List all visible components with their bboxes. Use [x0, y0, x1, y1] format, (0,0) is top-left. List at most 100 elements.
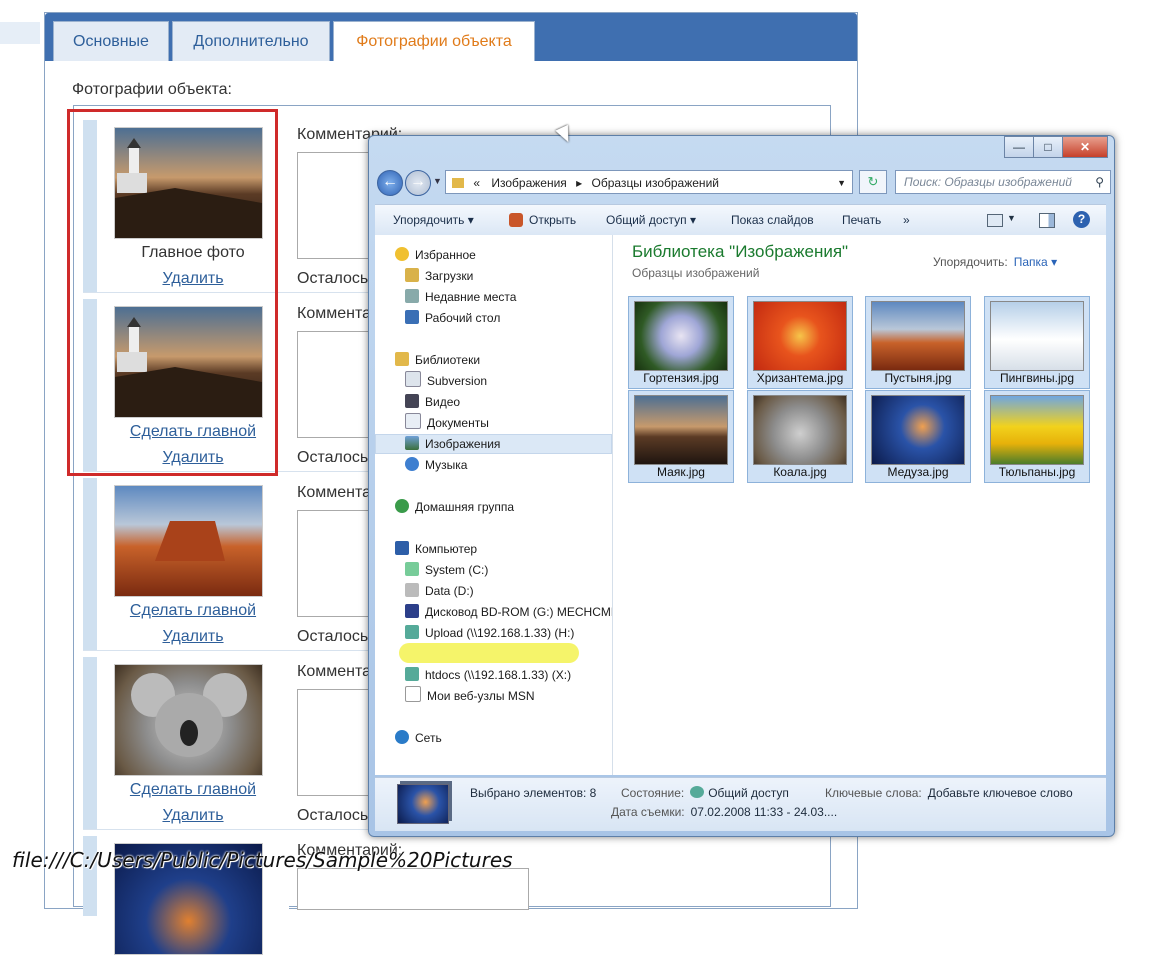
nav-label: Избранное	[415, 248, 476, 262]
file-name: Коала.jpg	[773, 465, 827, 479]
back-button[interactable]: ←	[377, 170, 403, 196]
history-dropdown-icon[interactable]: ▼	[433, 176, 442, 186]
file-name: Гортензия.jpg	[643, 371, 719, 385]
nav-label: Библиотеки	[415, 353, 481, 367]
view-dropdown-icon[interactable]: ▼	[1007, 213, 1016, 223]
nav-drive-x[interactable]: htdocs (\\192.168.1.33) (X:)	[405, 665, 571, 685]
nav-drive-d[interactable]: Data (D:)	[405, 581, 474, 601]
open-button[interactable]: Открыть	[529, 205, 576, 235]
nav-homegroup[interactable]: Домашняя группа	[395, 497, 514, 517]
nav-label: System (C:)	[425, 563, 489, 577]
more-commands-button[interactable]: »	[903, 205, 910, 235]
nav-downloads[interactable]: Загрузки	[405, 266, 473, 286]
koala-icon	[131, 673, 247, 757]
library-subtitle: Образцы изображений	[632, 266, 760, 280]
organize-button[interactable]: Упорядочить ▾	[393, 205, 474, 235]
nav-label: Дисковод BD-ROM (G:) MECHCMD	[425, 605, 613, 619]
users-icon	[690, 786, 705, 798]
file-tile[interactable]: Хризантема.jpg	[747, 296, 853, 389]
nav-label: Музыка	[425, 458, 468, 472]
row-handle[interactable]	[83, 478, 97, 650]
breadcrumb-images[interactable]: Изображения	[491, 176, 566, 190]
maximize-button[interactable]: □	[1033, 136, 1063, 158]
close-button[interactable]: ✕	[1062, 136, 1108, 158]
help-icon[interactable]: ?	[1073, 211, 1090, 228]
nav-libraries[interactable]: Библиотеки	[395, 350, 480, 370]
comment-textarea[interactable]	[297, 868, 529, 910]
nav-computer[interactable]: Компьютер	[395, 539, 477, 559]
documents-icon	[405, 413, 421, 429]
arrange-label: Упорядочить:	[933, 255, 1008, 269]
homegroup-icon	[395, 499, 409, 513]
nav-label: Data (D:)	[425, 584, 474, 598]
preview-pane-icon[interactable]	[1039, 213, 1055, 228]
breadcrumb-sample-images[interactable]: Образцы изображений	[592, 176, 719, 190]
nav-drive-g[interactable]: Дисковод BD-ROM (G:) MECHCMD	[405, 602, 613, 622]
video-icon	[405, 394, 419, 408]
nav-documents[interactable]: Документы	[405, 413, 489, 433]
nav-msn-sites[interactable]: Мои веб-узлы MSN	[405, 686, 534, 706]
address-dropdown-icon[interactable]: ▼	[837, 171, 846, 195]
nav-favorites[interactable]: Избранное	[395, 245, 476, 265]
delete-link[interactable]: Удалить	[97, 628, 289, 646]
lighthouse-thumbnail	[634, 395, 728, 465]
breadcrumb-more[interactable]: «	[473, 176, 480, 190]
nav-label: htdocs (\\192.168.1.33) (X:)	[425, 668, 572, 682]
file-tile[interactable]: Коала.jpg	[747, 390, 853, 483]
explorer-window: — □ ✕ ← → ▼ « Изображения ▸ Образцы изоб…	[368, 135, 1115, 837]
document-icon	[405, 371, 421, 387]
row-handle[interactable]	[83, 657, 97, 829]
date-value: 07.02.2008 11:33 - 24.03....	[690, 805, 838, 819]
nav-images[interactable]: Изображения	[405, 434, 500, 454]
hydrangea-thumbnail	[634, 301, 728, 371]
nav-drive-c[interactable]: System (C:)	[405, 560, 488, 580]
file-view: Библиотека "Изображения" Образцы изображ…	[613, 235, 1106, 775]
nav-network[interactable]: Сеть	[395, 728, 442, 748]
chrysanthemum-thumbnail	[753, 301, 847, 371]
arrange-dropdown[interactable]: Папка ▾	[1014, 255, 1057, 269]
file-tile[interactable]: Маяк.jpg	[628, 390, 734, 483]
nav-drive-h[interactable]: Upload (\\192.168.1.33) (H:)	[405, 623, 574, 643]
penguins-thumbnail	[990, 301, 1084, 371]
star-icon	[395, 247, 409, 261]
nav-label: Компьютер	[415, 542, 478, 556]
navigation-row: ← → ▼ « Изображения ▸ Образцы изображени…	[377, 168, 1111, 198]
network-drive-icon	[405, 625, 419, 639]
nav-label: Домашняя группа	[415, 500, 515, 514]
keywords: Ключевые слова: Добавьте ключевое слово	[825, 786, 1073, 800]
drive-icon	[405, 583, 419, 597]
nav-music[interactable]: Музыка	[405, 455, 467, 475]
keywords-value[interactable]: Добавьте ключевое слово	[928, 786, 1073, 800]
print-button[interactable]: Печать	[842, 205, 881, 235]
make-main-link[interactable]: Сделать главной	[97, 781, 289, 799]
nav-desktop[interactable]: Рабочий стол	[405, 308, 500, 328]
tab-additional[interactable]: Дополнительно	[172, 21, 330, 61]
view-options-icon[interactable]	[987, 214, 1003, 227]
file-name: Хризантема.jpg	[756, 371, 844, 385]
file-tile[interactable]: Тюльпаны.jpg	[984, 390, 1090, 483]
slideshow-button[interactable]: Показ слайдов	[731, 205, 814, 235]
tab-basic[interactable]: Основные	[53, 21, 169, 61]
breadcrumb-separator[interactable]: ▸	[576, 176, 582, 190]
nav-subversion[interactable]: Subversion	[405, 371, 487, 391]
file-tile[interactable]: Пустыня.jpg	[865, 296, 971, 389]
share-state: Состояние: Общий доступ	[621, 786, 789, 800]
address-bar[interactable]: « Изображения ▸ Образцы изображений ▼	[445, 170, 853, 194]
file-tile[interactable]: Пингвины.jpg	[984, 296, 1090, 389]
file-tile[interactable]: Гортензия.jpg	[628, 296, 734, 389]
search-icon[interactable]: ⚲	[1095, 171, 1104, 193]
nav-recent-places[interactable]: Недавние места	[405, 287, 516, 307]
share-button[interactable]: Общий доступ ▾	[606, 205, 696, 235]
nav-video[interactable]: Видео	[405, 392, 460, 412]
desert-thumbnail	[871, 301, 965, 371]
music-icon	[405, 457, 419, 471]
tab-object-photos[interactable]: Фотографии объекта	[333, 21, 535, 61]
delete-link[interactable]: Удалить	[97, 807, 289, 825]
minimize-button[interactable]: —	[1004, 136, 1034, 158]
search-input[interactable]: Поиск: Образцы изображений ⚲	[895, 170, 1111, 194]
tulips-thumbnail	[990, 395, 1084, 465]
file-tile[interactable]: Медуза.jpg	[865, 390, 971, 483]
make-main-link[interactable]: Сделать главной	[97, 602, 289, 620]
forward-button[interactable]: →	[405, 170, 431, 196]
refresh-button[interactable]: ↻	[859, 170, 887, 194]
